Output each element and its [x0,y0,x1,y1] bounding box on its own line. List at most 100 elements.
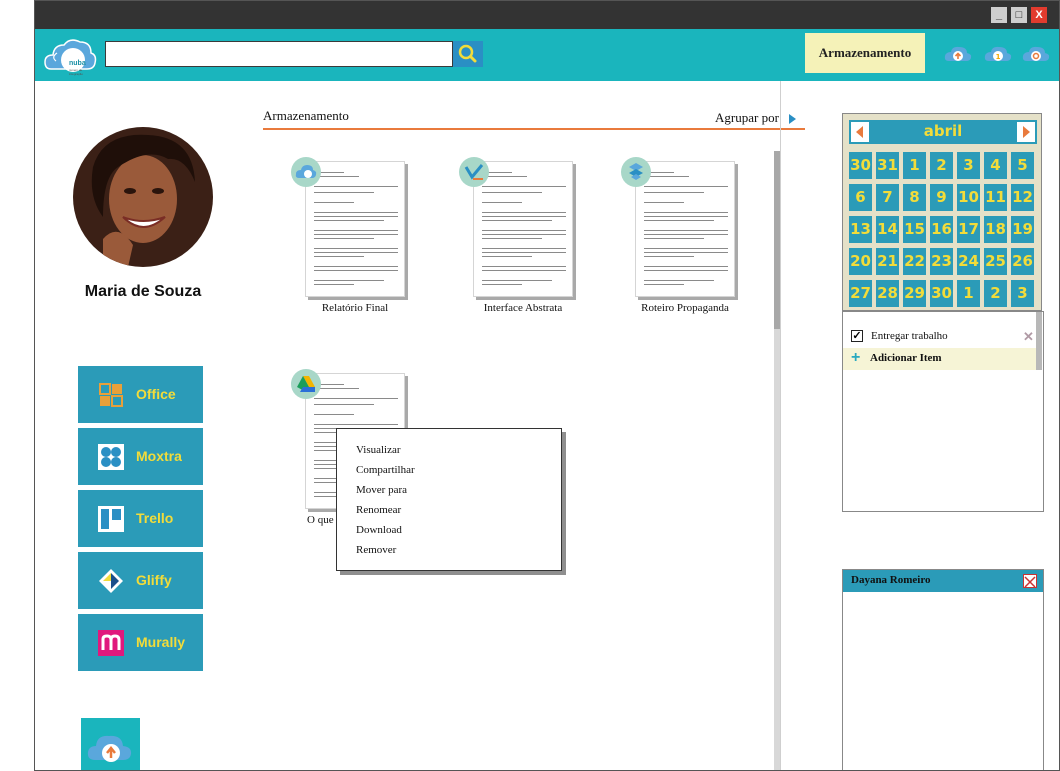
calendar-day[interactable]: 30 [930,280,953,307]
settings-cloud-icon[interactable] [1021,43,1051,65]
file-name[interactable]: Relatório Final [280,302,430,314]
todo-label: Entregar trabalho [871,330,948,342]
menu-item-rename[interactable]: Renomear [356,504,401,516]
calendar-day[interactable]: 22 [903,248,926,275]
todo-checkbox[interactable]: ✓ [851,330,863,342]
plus-icon: + [851,349,861,366]
calendar-day[interactable]: 28 [876,280,899,307]
upload-cloud-icon[interactable] [943,43,973,65]
calendar-day[interactable]: 14 [876,216,899,243]
calendar-day[interactable]: 2 [984,280,1007,307]
calendar-day[interactable]: 11 [984,184,1007,211]
app-label: Gliffy [136,572,172,588]
arrow-left-icon [856,126,863,138]
storage-section-title: Armazenamento [263,108,349,123]
calendar-day[interactable]: 8 [903,184,926,211]
calendar-day[interactable]: 31 [876,152,899,179]
file-name[interactable]: Roteiro Propaganda [610,302,760,314]
next-month-button[interactable] [1017,122,1035,142]
search-button[interactable] [453,41,483,67]
calendar-day[interactable]: 23 [930,248,953,275]
calendar-day[interactable]: 17 [957,216,980,243]
menu-item-remove[interactable]: Remover [356,544,396,556]
menu-item-download[interactable]: Download [356,524,402,536]
group-by-button[interactable]: Agrupar por [715,110,779,126]
maximize-button[interactable]: □ [1011,7,1027,23]
logo-text: nuba [69,60,86,67]
app-window: _ □ X nuba nuvem de integração Armazenam… [34,0,1060,771]
calendar-day[interactable]: 20 [849,248,872,275]
calendar-day[interactable]: 6 [849,184,872,211]
calendar-day[interactable]: 21 [876,248,899,275]
add-item-button[interactable]: + Adicionar Item [843,348,1036,370]
todo-item: ✓ Entregar trabalho ✕ [851,328,1036,348]
calendar-day[interactable]: 29 [903,280,926,307]
avatar[interactable] [73,127,213,267]
upload-button[interactable] [81,718,140,770]
close-window-button[interactable]: X [1031,7,1047,23]
delete-todo-icon[interactable]: ✕ [1023,329,1034,345]
menu-item-move[interactable]: Mover para [356,484,407,496]
menu-item-view[interactable]: Visualizar [356,444,401,456]
calendar-day[interactable]: 7 [876,184,899,211]
info-cloud-icon[interactable]: 1 [983,43,1013,65]
calendar-day[interactable]: 1 [957,280,980,307]
main-area: Maria de Souza Office Moxtra Trello Glif… [35,81,1059,770]
calendar-day[interactable]: 26 [1011,248,1034,275]
calendar-day[interactable]: 30 [849,152,872,179]
calendar: abril 30 31 1 2 3 4 5 6 7 8 9 10 11 12 13 14 15 16 17 18 19 2… [842,113,1042,311]
moxtra-icon [98,444,124,470]
calendar-day[interactable]: 1 [903,152,926,179]
app-button-moxtra[interactable]: Moxtra [78,428,203,485]
app-button-murally[interactable]: Murally [78,614,203,671]
title-bar: _ □ X [35,1,1059,29]
close-chat-button[interactable] [1023,574,1037,588]
calendar-day[interactable]: 19 [1011,216,1034,243]
calendar-day[interactable]: 18 [984,216,1007,243]
calendar-day[interactable]: 2 [930,152,953,179]
storage-button[interactable]: Armazenamento [805,33,925,73]
app-button-office[interactable]: Office [78,366,203,423]
chat-header: Dayana Romeiro [843,570,1043,592]
section-divider [263,128,805,130]
previous-month-button[interactable] [851,122,869,142]
dropbox-icon [621,157,651,187]
calendar-day[interactable]: 13 [849,216,872,243]
murally-icon [98,630,124,656]
top-bar: nuba nuvem de integração Armazenamento 1 [35,29,1059,81]
calendar-day[interactable]: 12 [1011,184,1034,211]
calendar-header: abril [849,120,1037,144]
right-panel-divider [780,81,781,770]
calendar-day[interactable]: 16 [930,216,953,243]
cloud-storage-icon [291,157,321,187]
calendar-day[interactable]: 3 [957,152,980,179]
calendar-day[interactable]: 24 [957,248,980,275]
gliffy-icon [99,569,123,593]
calendar-day[interactable]: 5 [1011,152,1034,179]
calendar-day[interactable]: 9 [930,184,953,211]
file-context-menu: Visualizar Compartilhar Mover para Renom… [336,428,562,571]
calendar-day[interactable]: 15 [903,216,926,243]
calendar-day[interactable]: 27 [849,280,872,307]
nuba-logo[interactable]: nuba nuvem de integração [43,33,97,77]
svg-text:1: 1 [996,53,1001,61]
calendar-day[interactable]: 4 [984,152,1007,179]
todo-scrollbar[interactable] [1036,312,1042,370]
drive-check-icon [459,157,489,187]
calendar-day[interactable]: 3 [1011,280,1034,307]
app-button-trello[interactable]: Trello [78,490,203,547]
calendar-month: abril [923,122,963,140]
app-button-gliffy[interactable]: Gliffy [78,552,203,609]
group-by-arrow-icon[interactable] [789,114,796,124]
file-name[interactable]: Interface Abstrata [448,302,598,314]
chat-window: Dayana Romeiro [842,569,1044,770]
search-icon [458,44,477,63]
calendar-day[interactable]: 10 [957,184,980,211]
menu-item-share[interactable]: Compartilhar [356,464,415,476]
calendar-day[interactable]: 25 [984,248,1007,275]
logo-subtext: nuvem de integração [69,68,84,76]
close-icon [1024,576,1036,588]
todo-panel: ✓ Entregar trabalho ✕ + Adicionar Item [842,311,1044,512]
search-input[interactable] [105,41,453,67]
minimize-button[interactable]: _ [991,7,1007,23]
